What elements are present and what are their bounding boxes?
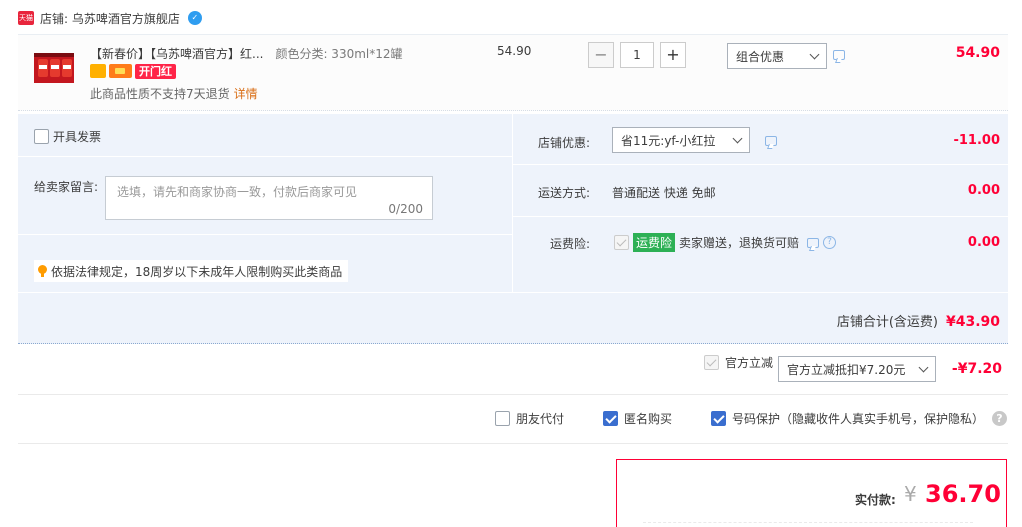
- shipping-amount: 0.00: [967, 183, 1000, 198]
- official-discount[interactable]: 官方立减: [704, 354, 773, 371]
- shop-discount-amount: -11.00: [953, 133, 1000, 148]
- anonymous-label: 匿名购买: [624, 412, 673, 426]
- combo-discount-select[interactable]: 组合优惠: [727, 43, 827, 69]
- comment-icon[interactable]: [807, 237, 820, 248]
- question-icon[interactable]: ?: [823, 236, 837, 249]
- chevron-down-icon: [732, 133, 743, 143]
- privacy-option[interactable]: 号码保护（隐藏收件人真实手机号，保护隐私）: [711, 410, 984, 427]
- section-divider: [18, 443, 1008, 444]
- quantity-stepper: − 1 +: [588, 42, 686, 68]
- official-discount-label: 官方立减: [725, 356, 774, 370]
- shop-header: 天猫 店铺: 乌苏啤酒官方旗舰店 ✓: [18, 8, 202, 28]
- message-placeholder: 选填，请先和商家协商一致，付款后商家可见: [117, 185, 358, 199]
- official-discount-amount: -¥7.20: [951, 361, 1002, 377]
- no-return-text: 此商品性质不支持7天退货: [90, 87, 230, 101]
- comment-icon[interactable]: [833, 50, 845, 60]
- detail-link[interactable]: 详情: [234, 87, 258, 101]
- product-title-text[interactable]: 【新春价】【乌苏啤酒官方】红...: [90, 47, 263, 61]
- insurance-info: 运费险 卖家赠送，退换货可赔 ?: [614, 233, 837, 252]
- promo-badge: 开门红: [135, 64, 176, 79]
- privacy-checkbox[interactable]: [711, 411, 726, 426]
- message-char-count: 0/200: [388, 202, 423, 216]
- quantity-input[interactable]: 1: [620, 42, 654, 68]
- insurance-desc: 卖家赠送，退换货可赔: [679, 236, 800, 250]
- card-icon: [109, 64, 132, 78]
- tmall-icon: 天猫: [18, 11, 34, 25]
- panel-divider: [512, 164, 1008, 165]
- law-notice: 依据法律规定，18周岁以下未成年人限制购买此类商品: [34, 260, 349, 282]
- unit-price: 54.90: [497, 44, 532, 58]
- seller-message-input[interactable]: 选填，请先和商家协商一致，付款后商家可见 0/200: [105, 176, 433, 220]
- shop-discount-value: 省11元:yf-小红拉: [621, 133, 716, 148]
- section-divider: [18, 394, 1008, 395]
- panel-divider: [512, 216, 1008, 217]
- comment-icon[interactable]: [765, 136, 777, 146]
- official-discount-value: 官方立减抵扣¥7.20元: [787, 362, 906, 377]
- combo-discount-value: 组合优惠: [736, 49, 785, 64]
- shop-total-label: 店铺合计(含运费): [836, 315, 938, 330]
- invoice-label: 开具发票: [53, 130, 102, 144]
- law-notice-text: 依据法律规定，18周岁以下未成年人限制购买此类商品: [51, 264, 343, 279]
- insurance-label: 运费险:: [550, 237, 591, 251]
- shop-discount-label: 店铺优惠:: [538, 136, 591, 150]
- cart-item-row: 【新春价】【乌苏啤酒官方】红... 颜色分类: 330ml*12罐 开门红 此商品…: [18, 34, 1008, 111]
- product-sku: 颜色分类: 330ml*12罐: [275, 47, 403, 61]
- shop-name-link[interactable]: 店铺: 乌苏啤酒官方旗舰店: [40, 10, 180, 27]
- help-icon[interactable]: ?: [992, 411, 1007, 426]
- service-badges: 开门红: [90, 64, 176, 79]
- privacy-label: 号码保护（隐藏收件人真实手机号，保护隐私）: [732, 412, 985, 426]
- shop-total: 店铺合计(含运费) ¥43.90: [837, 311, 1000, 330]
- insurance-amount: 0.00: [967, 235, 1000, 250]
- friend-pay-label: 朋友代付: [516, 412, 565, 426]
- product-title[interactable]: 【新春价】【乌苏啤酒官方】红... 颜色分类: 330ml*12罐: [90, 45, 495, 62]
- anonymous-checkbox[interactable]: [603, 411, 618, 426]
- invoice-option[interactable]: 开具发票: [34, 128, 101, 145]
- chevron-down-icon: [918, 362, 929, 372]
- panel-divider: [18, 292, 1008, 293]
- insurance-checkbox: [614, 235, 629, 250]
- decrease-button[interactable]: −: [588, 42, 614, 68]
- shop-total-amount: ¥43.90: [945, 314, 1000, 330]
- product-thumbnail[interactable]: [30, 45, 78, 87]
- panel-divider: [512, 114, 513, 292]
- official-discount-select[interactable]: 官方立减抵扣¥7.20元: [778, 356, 936, 382]
- no-return-notice: 此商品性质不支持7天退货 详情: [90, 85, 258, 102]
- message-label: 给卖家留言:: [34, 180, 99, 194]
- official-discount-checkbox[interactable]: [704, 355, 719, 370]
- increase-button[interactable]: +: [660, 42, 686, 68]
- friend-pay-checkbox[interactable]: [495, 411, 510, 426]
- pay-amount: 36.70: [925, 480, 1001, 508]
- insurance-tag: 运费险: [633, 233, 676, 252]
- friend-pay-option[interactable]: 朋友代付: [495, 410, 564, 427]
- currency-symbol: ¥: [904, 482, 917, 506]
- order-info-panel: 开具发票 给卖家留言: 选填，请先和商家协商一致，付款后商家可见 0/200 依…: [18, 114, 1008, 344]
- chat-icon[interactable]: ✓: [187, 11, 202, 25]
- cut-off-content: [643, 522, 973, 527]
- invoice-checkbox[interactable]: [34, 129, 49, 144]
- panel-divider: [18, 156, 512, 157]
- shipping-method: 普通配送 快递 免邮: [612, 186, 716, 200]
- panel-divider: [18, 234, 512, 235]
- pay-label: 实付款:: [855, 493, 896, 507]
- guarantee-icon: [90, 64, 106, 78]
- shipping-label: 运送方式:: [538, 186, 591, 200]
- shop-discount-select[interactable]: 省11元:yf-小红拉: [612, 127, 750, 153]
- lightbulb-icon: [38, 265, 47, 277]
- item-total-price: 54.90: [955, 45, 1000, 61]
- chevron-down-icon: [809, 49, 820, 59]
- anonymous-option[interactable]: 匿名购买: [603, 410, 672, 427]
- payment-summary: 实付款: ¥ 36.70: [616, 459, 1007, 527]
